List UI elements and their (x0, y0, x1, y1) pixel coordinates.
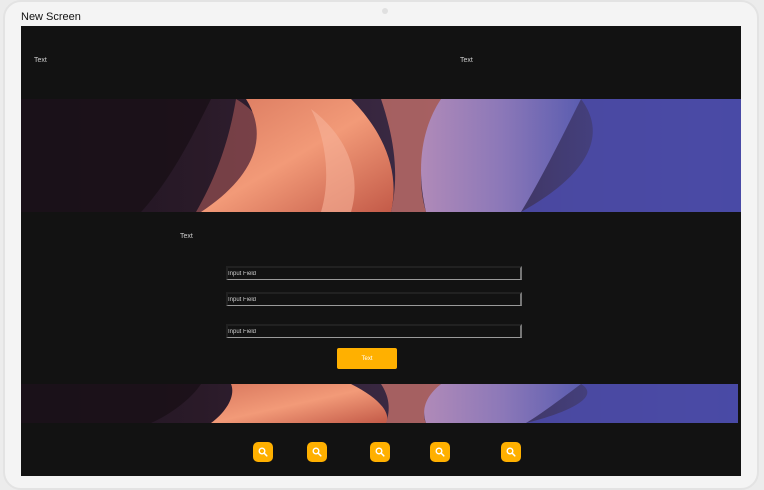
search-button-2[interactable] (307, 442, 327, 462)
search-button-3[interactable] (370, 442, 390, 462)
search-button-4[interactable] (430, 442, 450, 462)
header-right-text: Text (460, 57, 473, 64)
input-field-2[interactable] (226, 292, 522, 306)
section-text: Text (180, 233, 193, 240)
header-left-text: Text (34, 57, 47, 64)
search-icon (506, 447, 516, 457)
search-button-5[interactable] (501, 442, 521, 462)
canyon-strip-image (21, 384, 738, 423)
search-icon (435, 447, 445, 457)
camera-dot (382, 8, 388, 14)
search-button-1[interactable] (253, 442, 273, 462)
app-screen: Text Text Text Input Field Input Field I… (21, 26, 741, 476)
screen-title: New Screen (21, 11, 81, 23)
submit-button[interactable]: Text (337, 348, 397, 369)
input-field-3[interactable] (226, 324, 522, 338)
footer-banner-image (21, 384, 738, 423)
hero-banner-image (21, 99, 741, 212)
input-field-1[interactable] (226, 266, 522, 280)
search-icon (312, 447, 322, 457)
search-icon (258, 447, 268, 457)
canyon-image (21, 99, 741, 212)
search-icon (375, 447, 385, 457)
